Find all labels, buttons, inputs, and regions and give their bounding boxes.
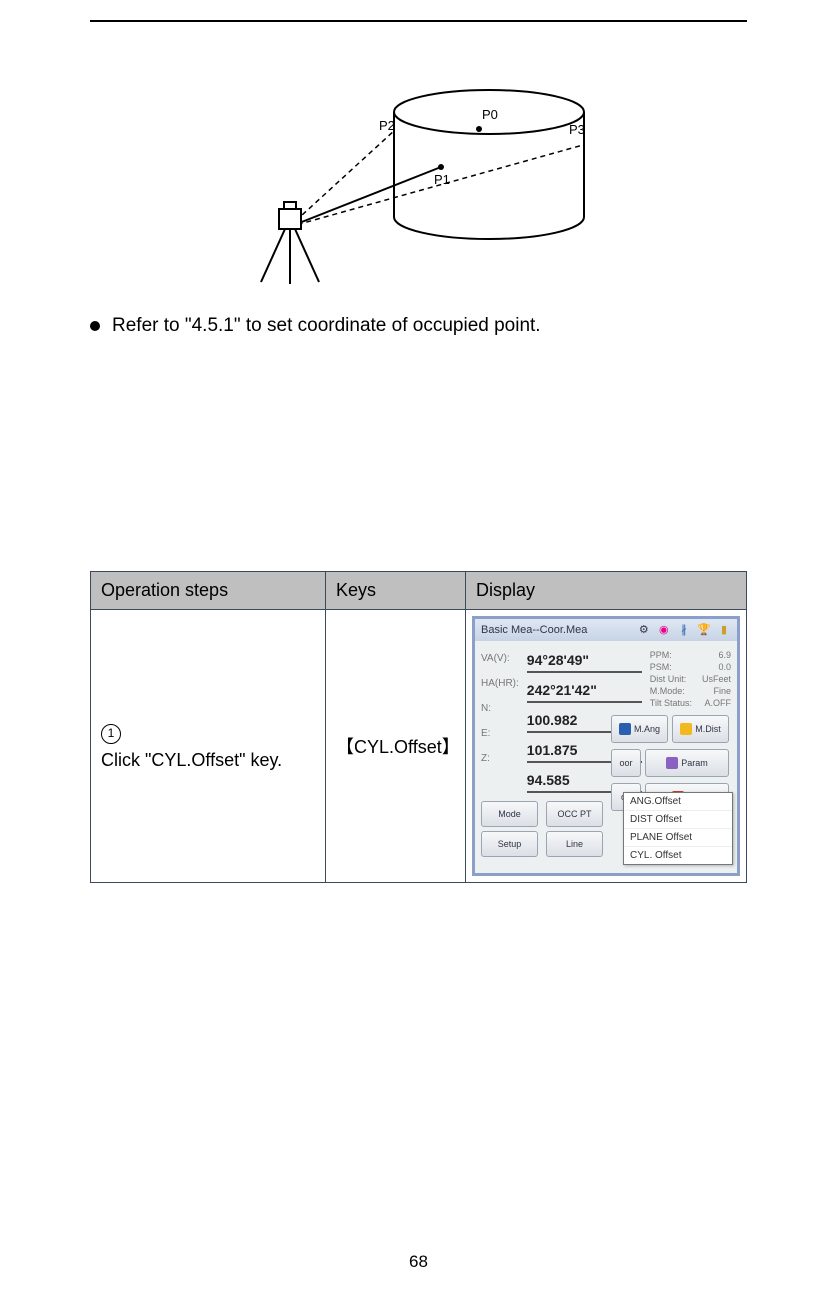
ppm-label: PPM:	[650, 649, 672, 661]
ppm-value: 6.9	[718, 649, 731, 661]
tilt-value: A.OFF	[705, 697, 732, 709]
settings-icon: ⚙	[637, 623, 651, 637]
line-label: Line	[566, 839, 583, 849]
psm-label: PSM:	[650, 661, 672, 673]
cell-keys: 【CYL.Offset】	[326, 609, 466, 882]
table-header-row: Operation steps Keys Display	[91, 571, 747, 609]
psm-value: 0.0	[718, 661, 731, 673]
setup-label: Setup	[498, 839, 522, 849]
setup-button[interactable]: Setup	[481, 831, 538, 857]
diagram-area: P0 P2 P3 P1	[90, 72, 747, 292]
label-e: E:	[481, 728, 519, 739]
mode-button[interactable]: Mode	[481, 801, 538, 827]
table-row: 1 Click "CYL.Offset" key. 【CYL.Offset】 B…	[91, 609, 747, 882]
titlebar-status-icons: ⚙ ◉ ∦ 🏆 ▮	[634, 623, 731, 637]
mdist-button[interactable]: M.Dist	[672, 715, 729, 743]
signal-icon: ◉	[657, 623, 671, 637]
device-screenshot: Basic Mea--Coor.Mea ⚙ ◉ ∦ 🏆 ▮ VA(V): HA(	[472, 616, 740, 876]
mdist-label: M.Dist	[695, 724, 721, 734]
mang-button[interactable]: M.Ang	[611, 715, 668, 743]
cylinder-diagram: P0 P2 P3 P1	[229, 72, 609, 292]
label-ha: HA(HR):	[481, 678, 519, 689]
cell-step: 1 Click "CYL.Offset" key.	[91, 609, 326, 882]
th-display: Display	[466, 571, 747, 609]
distunit-label: Dist Unit:	[650, 673, 687, 685]
bullet-line: Refer to "4.5.1" to set coordinate of oc…	[90, 312, 747, 341]
coor-label: oor	[619, 758, 632, 768]
label-p0: P0	[482, 107, 498, 122]
value-ha: 242°21'42"	[527, 679, 642, 703]
label-n: N:	[481, 703, 519, 714]
label-va: VA(V):	[481, 653, 519, 664]
step-text: Click "CYL.Offset" key.	[101, 750, 282, 770]
screenshot-titlebar: Basic Mea--Coor.Mea ⚙ ◉ ∦ 🏆 ▮	[475, 619, 737, 641]
th-keys: Keys	[326, 571, 466, 609]
label-p3: P3	[569, 122, 585, 137]
popup-plane-offset[interactable]: PLANE Offset	[624, 829, 732, 847]
offset-popup-menu: ANG.Offset DIST Offset PLANE Offset CYL.…	[623, 792, 733, 865]
label-p1: P1	[434, 172, 450, 187]
labels-column: VA(V): HA(HR): N: E: Z:	[481, 647, 519, 793]
popup-cyl-offset[interactable]: CYL. Offset	[624, 847, 732, 864]
top-rule	[90, 20, 747, 22]
value-va: 94°28'49"	[527, 649, 642, 673]
mmode-value: Fine	[713, 685, 731, 697]
param-label: Param	[681, 758, 708, 768]
distunit-value: UsFeet	[702, 673, 731, 685]
step-number-circle: 1	[101, 724, 121, 744]
popup-ang-offset[interactable]: ANG.Offset	[624, 793, 732, 811]
label-p2: P2	[379, 118, 395, 133]
th-operation-steps: Operation steps	[91, 571, 326, 609]
battery-icon: ▮	[717, 623, 731, 637]
trophy-icon: 🏆	[697, 623, 711, 637]
param-icon	[666, 757, 678, 769]
bluetooth-icon: ∦	[677, 623, 691, 637]
page-number: 68	[0, 1252, 837, 1272]
line-button[interactable]: Line	[546, 831, 603, 857]
mode-label: Mode	[498, 809, 521, 819]
tilt-label: Tilt Status:	[650, 697, 692, 709]
cell-display: Basic Mea--Coor.Mea ⚙ ◉ ∦ 🏆 ▮ VA(V): HA(	[466, 609, 747, 882]
coor-button-partial[interactable]: oor	[611, 749, 641, 777]
param-button[interactable]: Param	[645, 749, 729, 777]
mmode-label: M.Mode:	[650, 685, 685, 697]
bullet-text: Refer to "4.5.1" to set coordinate of oc…	[112, 315, 541, 336]
screenshot-title: Basic Mea--Coor.Mea	[481, 624, 587, 636]
mang-label: M.Ang	[634, 724, 660, 734]
mdist-icon	[680, 723, 692, 735]
bullet-dot-icon	[90, 321, 100, 331]
occpt-button[interactable]: OCC PT	[546, 801, 603, 827]
operation-table: Operation steps Keys Display 1 Click "CY…	[90, 571, 747, 883]
mang-icon	[619, 723, 631, 735]
occpt-label: OCC PT	[557, 809, 591, 819]
label-z: Z:	[481, 753, 519, 764]
popup-dist-offset[interactable]: DIST Offset	[624, 811, 732, 829]
